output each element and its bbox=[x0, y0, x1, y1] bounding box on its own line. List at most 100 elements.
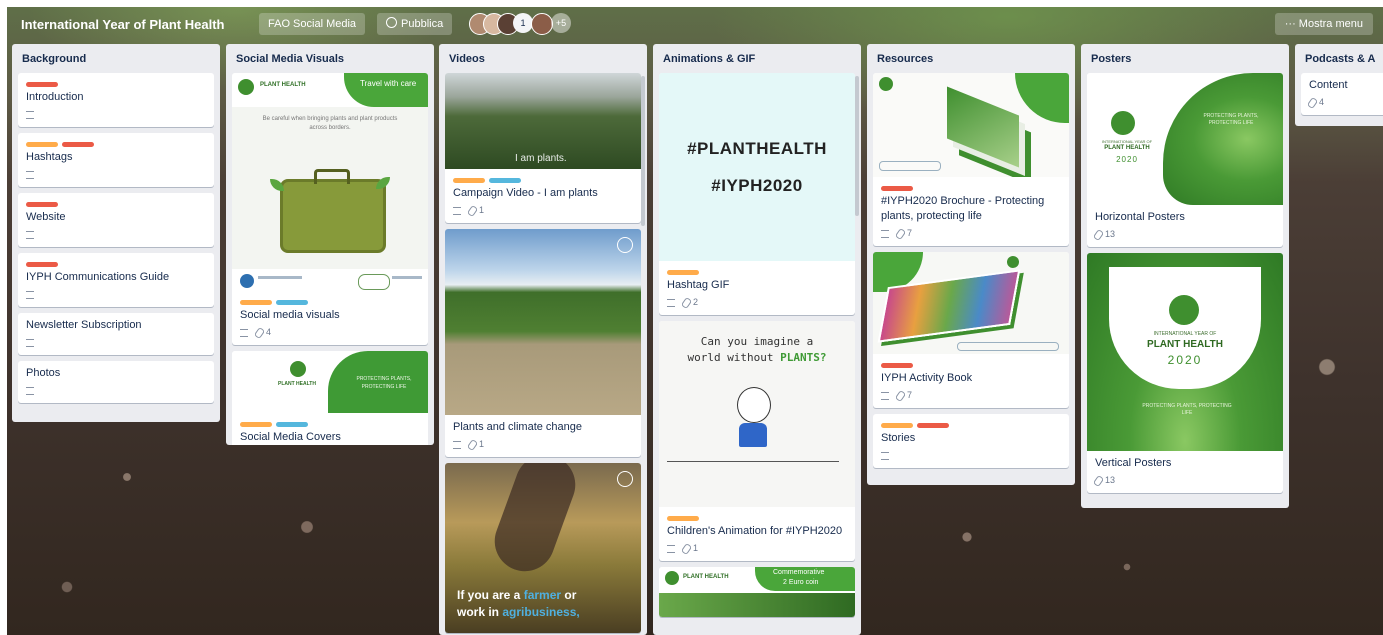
list-title[interactable]: Background bbox=[12, 44, 220, 73]
description-icon bbox=[26, 386, 34, 395]
logo-strip bbox=[957, 342, 1059, 351]
card-social-media-covers[interactable]: PLANT HEALTH PROTECTING PLANTS, PROTECTI… bbox=[232, 351, 428, 445]
card-title: Content bbox=[1309, 79, 1348, 91]
poster-small: INTERNATIONAL YEAR OF bbox=[1153, 331, 1217, 337]
attachment-count: 13 bbox=[1105, 229, 1116, 239]
card-badges: 2 bbox=[667, 296, 847, 309]
extra-members-badge[interactable]: +5 bbox=[551, 13, 571, 33]
card-labels bbox=[26, 138, 206, 147]
card-title: Photos bbox=[26, 367, 61, 379]
cover-line-2-text: world without bbox=[687, 351, 774, 364]
card-content[interactable]: Content 4 bbox=[1301, 73, 1383, 115]
card-photos[interactable]: Photos bbox=[18, 361, 214, 403]
card-cover-image: PLANT HEALTH PROTECTING PLANTS, PROTECTI… bbox=[232, 351, 428, 413]
card-badges: 1 bbox=[667, 542, 847, 555]
fao-logo-icon bbox=[617, 237, 633, 253]
label-red bbox=[917, 423, 949, 428]
label-orange bbox=[453, 178, 485, 183]
card-introduction[interactable]: Introduction bbox=[18, 73, 214, 127]
poster-year: 2020 bbox=[1116, 155, 1138, 164]
card-communications-guide[interactable]: IYPH Communications Guide bbox=[18, 253, 214, 307]
poster-white-area bbox=[1109, 267, 1261, 389]
card-cover-image: Can you imagine a world without PLANTS? bbox=[659, 321, 855, 507]
cover-line-2: world without PLANTS? bbox=[659, 351, 855, 364]
card-cover-image: INTERNATIONAL YEAR OF PLANT HEALTH 2020 … bbox=[1087, 253, 1283, 451]
card-social-media-visuals[interactable]: PLANT HEALTH Travel with care Be careful… bbox=[232, 73, 428, 345]
ground-line bbox=[667, 461, 839, 462]
card-labels bbox=[240, 418, 420, 427]
card-farmer-video[interactable]: If you are a farmer or work in agribusin… bbox=[445, 463, 641, 633]
card-badges bbox=[26, 337, 206, 349]
description-icon bbox=[240, 328, 248, 337]
attachment-icon bbox=[466, 438, 479, 451]
visibility-button[interactable]: Pubblica bbox=[377, 13, 453, 35]
card-stories[interactable]: Stories bbox=[873, 414, 1069, 468]
list-title[interactable]: Social Media Visuals bbox=[226, 44, 434, 73]
card-labels bbox=[667, 266, 847, 275]
cover-hashtag-1: #PLANTHEALTH bbox=[687, 139, 827, 158]
cover-brand: PLANT HEALTH bbox=[278, 381, 316, 387]
caption-highlight: farmer bbox=[523, 588, 562, 602]
card-website[interactable]: Website bbox=[18, 193, 214, 247]
list-scrollbar[interactable] bbox=[855, 76, 859, 216]
card-childrens-animation[interactable]: Can you imagine a world without PLANTS? … bbox=[659, 321, 855, 561]
show-menu-button[interactable]: ··· Mostra menu bbox=[1274, 13, 1373, 35]
child-body-icon bbox=[739, 423, 767, 447]
description-icon bbox=[881, 229, 889, 238]
card-badges: 7 bbox=[881, 389, 1061, 402]
card-horizontal-posters[interactable]: INTERNATIONAL YEAR OF PLANT HEALTH 2020 … bbox=[1087, 73, 1283, 247]
card-hashtags[interactable]: Hashtags bbox=[18, 133, 214, 187]
card-newsletter[interactable]: Newsletter Subscription bbox=[18, 313, 214, 355]
cover-text: Be careful when bringing plants and plan… bbox=[262, 116, 398, 131]
card-labels bbox=[667, 512, 847, 521]
card-commemorative-coin[interactable]: PLANT HEALTH Commemorative 2 Euro coin bbox=[659, 567, 855, 617]
avatar[interactable] bbox=[531, 13, 553, 35]
card-activity-book[interactable]: IYPH Activity Book 7 bbox=[873, 252, 1069, 408]
list-videos: Videos I am plants. Campaign Video - I a… bbox=[439, 44, 647, 635]
list-title[interactable]: Posters bbox=[1081, 44, 1289, 73]
board-header: International Year of Plant Health FAO S… bbox=[7, 7, 1383, 41]
list-title[interactable]: Animations & GIF bbox=[653, 44, 861, 73]
card-plants-climate-change[interactable]: Plants and climate change 1 bbox=[445, 229, 641, 457]
description-icon bbox=[667, 298, 675, 307]
plant-logo-icon bbox=[1169, 295, 1199, 325]
card-campaign-video[interactable]: I am plants. Campaign Video - I am plant… bbox=[445, 73, 641, 223]
board-title[interactable]: International Year of Plant Health bbox=[15, 14, 230, 35]
card-badges: 1 bbox=[453, 438, 633, 451]
card-hashtag-gif[interactable]: #PLANTHEALTH #IYPH2020 Hashtag GIF 2 bbox=[659, 73, 855, 315]
caption-highlight: agribusiness, bbox=[502, 605, 580, 619]
list-scrollbar[interactable] bbox=[641, 76, 645, 226]
description-icon bbox=[26, 170, 34, 179]
logo-text-bar bbox=[258, 276, 302, 279]
label-orange bbox=[667, 516, 699, 521]
description-icon bbox=[26, 338, 34, 347]
card-vertical-posters[interactable]: INTERNATIONAL YEAR OF PLANT HEALTH 2020 … bbox=[1087, 253, 1283, 493]
description-icon bbox=[26, 230, 34, 239]
description-icon bbox=[881, 391, 889, 400]
card-badges: 13 bbox=[1092, 474, 1275, 487]
list-resources: Resources #IYPH2020 Brochure - Protectin… bbox=[867, 44, 1075, 485]
card-cover-image: #PLANTHEALTH #IYPH2020 bbox=[659, 73, 855, 261]
team-button[interactable]: FAO Social Media bbox=[259, 13, 366, 35]
card-cover-image bbox=[873, 73, 1069, 177]
card-title: Children's Animation for #IYPH2020 bbox=[667, 525, 843, 537]
list-title[interactable]: Podcasts & A bbox=[1295, 44, 1383, 73]
poster-small: INTERNATIONAL YEAR OF bbox=[1101, 139, 1153, 144]
card-title: Horizontal Posters bbox=[1095, 211, 1185, 223]
card-title: Social media visuals bbox=[240, 309, 340, 321]
member-count-badge[interactable]: 1 bbox=[513, 13, 533, 33]
farmer-silhouette bbox=[486, 463, 584, 580]
caption-text: If you are a bbox=[457, 588, 521, 602]
poster-tag: PROTECTING PLANTS, PROTECTING LIFE bbox=[1142, 403, 1232, 416]
list-title[interactable]: Videos bbox=[439, 44, 647, 73]
card-badges: 7 bbox=[881, 227, 1061, 240]
suitcase-icon bbox=[280, 179, 386, 253]
card-labels bbox=[26, 198, 206, 207]
list-title[interactable]: Resources bbox=[867, 44, 1075, 73]
card-cover-image bbox=[873, 252, 1069, 354]
card-brochure[interactable]: #IYPH2020 Brochure - Protecting plants, … bbox=[873, 73, 1069, 246]
suitcase-handle bbox=[314, 169, 350, 184]
ippc-logo-icon bbox=[358, 274, 390, 290]
cover-caption: If you are a farmer or work in agribusin… bbox=[457, 587, 580, 621]
list-podcasts: Podcasts & A Content 4 bbox=[1295, 44, 1383, 126]
